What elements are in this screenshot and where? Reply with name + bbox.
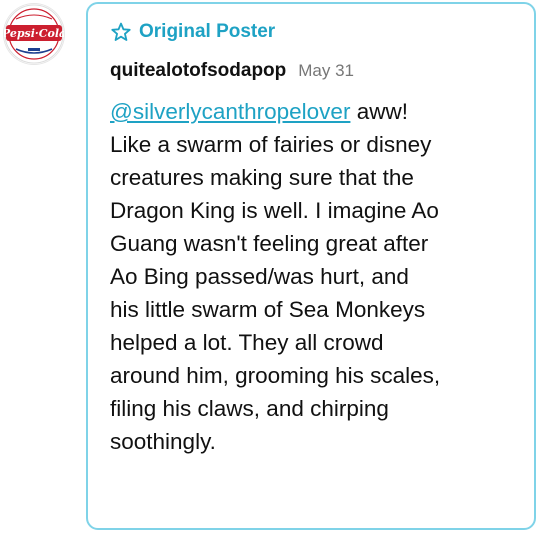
post-line: around him, grooming his scales, bbox=[110, 363, 441, 388]
original-poster-badge: Original Poster bbox=[110, 21, 275, 43]
reply-card: Original Poster quitealotofsodapop May 3… bbox=[86, 2, 536, 530]
post-line: soothingly. bbox=[110, 429, 216, 454]
avatar[interactable]: Pepsi·Cola bbox=[4, 4, 64, 64]
username-link[interactable]: quitealotofsodapop bbox=[110, 60, 286, 82]
svg-text:Pepsi·Cola: Pepsi·Cola bbox=[4, 27, 64, 40]
post-line: Dragon King is well. I imagine Ao bbox=[110, 198, 439, 223]
post-line: @silverlycanthropelover aww! bbox=[110, 95, 524, 128]
post-line-text: aww! bbox=[350, 99, 408, 124]
original-poster-label: Original Poster bbox=[139, 21, 276, 42]
post-date: May 31 bbox=[298, 61, 355, 80]
post-body: @silverlycanthropelover aww! Like a swar… bbox=[110, 95, 524, 458]
post-line: creatures making sure that the bbox=[110, 165, 414, 190]
mention-link[interactable]: @silverlycanthropelover bbox=[110, 99, 350, 124]
pepsi-cola-logo-icon: Pepsi·Cola bbox=[4, 4, 64, 64]
post-meta: quitealotofsodapop May 31 bbox=[110, 60, 354, 82]
post-line: Guang wasn't feeling great after bbox=[110, 231, 429, 256]
star-outline-icon bbox=[111, 22, 131, 41]
post-line: his little swarm of Sea Monkeys bbox=[110, 297, 426, 322]
post-line: helped a lot. They all crowd bbox=[110, 330, 384, 355]
post-line: Ao Bing passed/was hurt, and bbox=[110, 264, 409, 289]
post-line: Like a swarm of fairies or disney bbox=[110, 132, 432, 157]
post-line: filing his claws, and chirping bbox=[110, 396, 389, 421]
